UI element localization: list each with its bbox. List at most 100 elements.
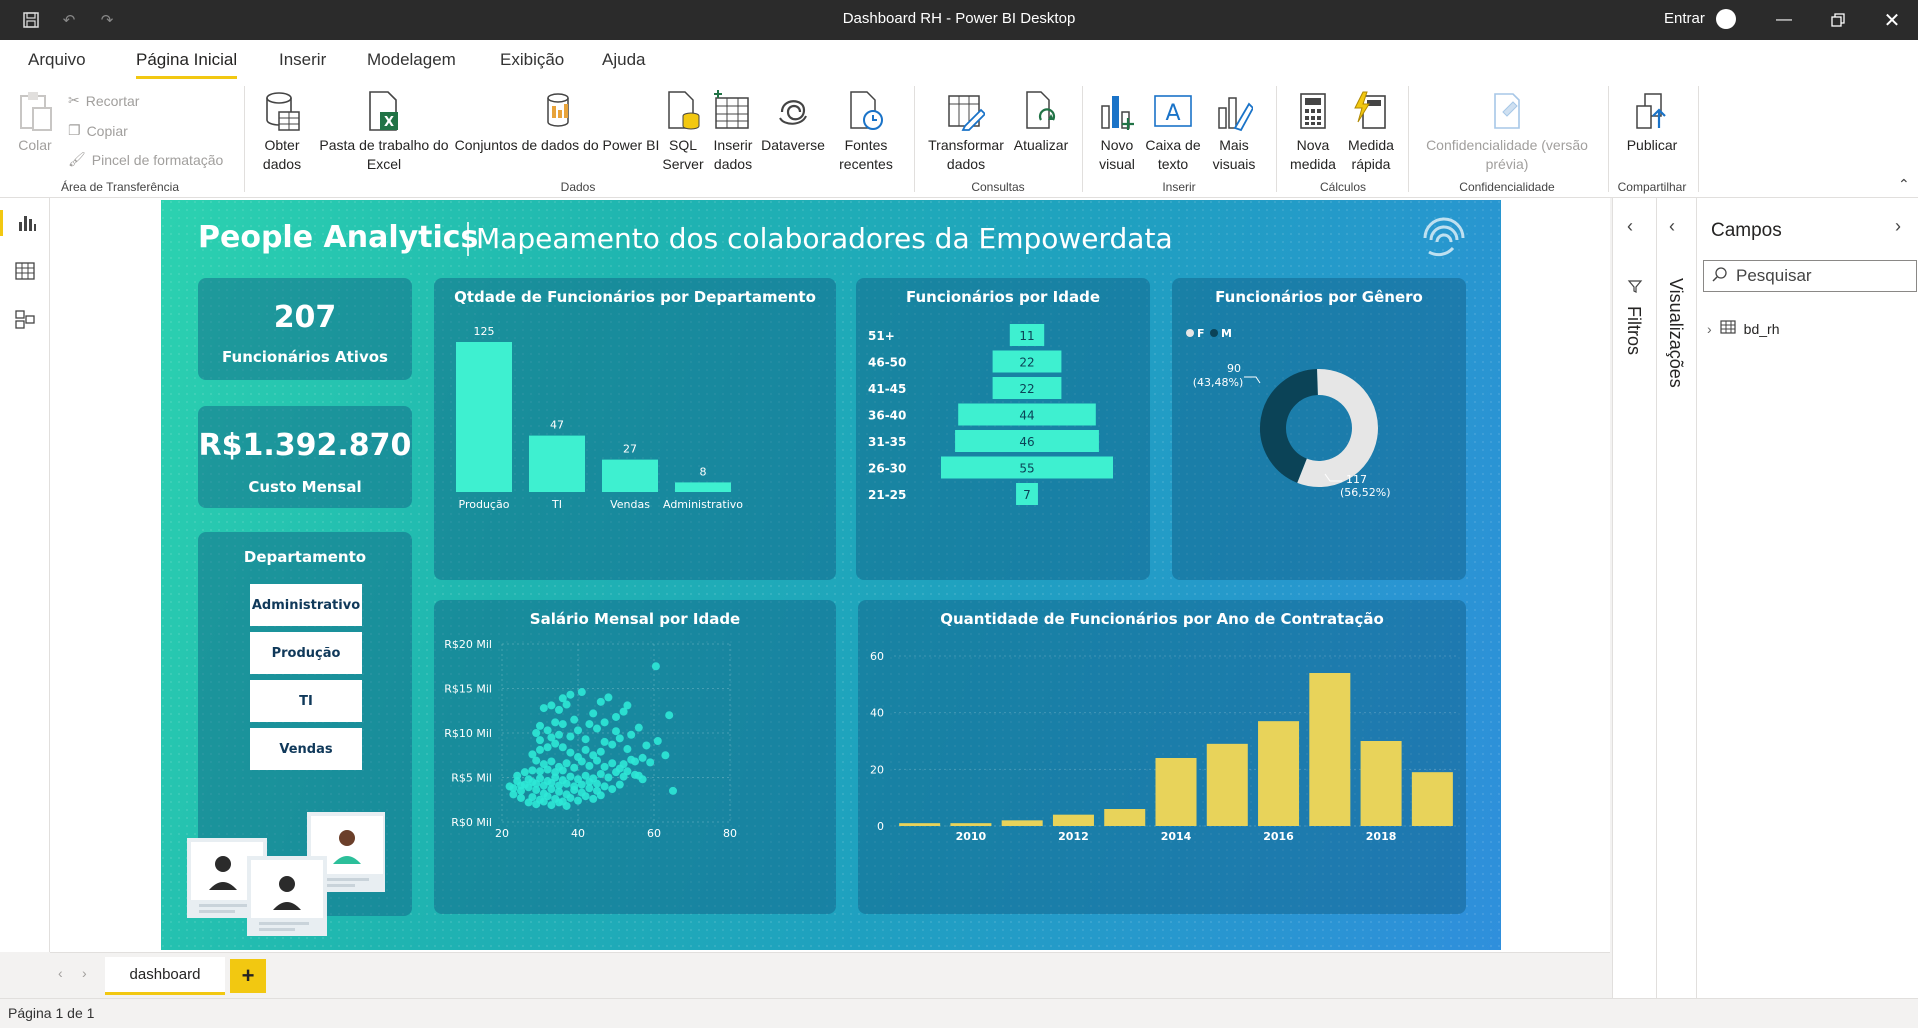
scatter-point (589, 794, 598, 803)
scatter-point (536, 736, 544, 745)
scatter-point (634, 723, 643, 732)
collapse-ribbon-icon[interactable]: ⌃ (1898, 176, 1910, 193)
new-measure-button[interactable]: Nova medida (1284, 88, 1342, 174)
scatter-point (524, 783, 533, 792)
quick-measure-button[interactable]: Medida rápida (1342, 88, 1400, 174)
more-visuals-icon (1215, 88, 1253, 134)
age-category-label: 46-50 (868, 356, 906, 370)
scatter-point (555, 798, 563, 807)
group-separator (1408, 86, 1409, 192)
age-chart-card[interactable]: Funcionários por Idade 11 51+ 22 46-50 22 41-… (856, 278, 1150, 580)
hire-bar (1206, 743, 1248, 826)
publish-button[interactable]: Publicar (1614, 88, 1690, 155)
quick-measure-label: Medida rápida (1348, 137, 1394, 172)
refresh-button[interactable]: Atualizar (1008, 88, 1074, 155)
new-visual-label: Novo visual (1099, 137, 1135, 172)
filters-pane[interactable]: ‹ Filtros (1612, 198, 1656, 998)
gender-chart-card[interactable]: Funcionários por Gênero F M 90 (43,48%) 117(… (1172, 278, 1466, 580)
dept-category-label: TI (551, 498, 562, 511)
close-button[interactable]: ✕ (1872, 6, 1912, 34)
scatter-point (593, 756, 601, 765)
avatar[interactable] (1716, 9, 1736, 29)
slicer-item-administrativo[interactable]: Administrativo (250, 584, 362, 626)
next-page-icon[interactable]: › (82, 965, 87, 981)
collapse-fields-icon[interactable]: › (1895, 216, 1901, 237)
scatter-point (608, 740, 617, 749)
get-data-button[interactable]: Obter dados (250, 88, 314, 174)
tab-ajuda[interactable]: Ajuda (602, 50, 645, 70)
collapse-filters-icon[interactable]: ‹ (1627, 216, 1633, 237)
scatter-point (627, 755, 636, 764)
table-icon (1720, 320, 1736, 337)
scatter-point (528, 766, 537, 775)
save-icon[interactable] (20, 10, 42, 30)
scatter-point (543, 726, 552, 735)
y-tick-label: R$15 Mil (444, 683, 492, 696)
dept-category-label: Produção (459, 498, 510, 511)
add-page-button[interactable]: + (230, 959, 266, 993)
tab-exibicao[interactable]: Exibição (500, 50, 564, 70)
sql-server-button[interactable]: SQL Server (660, 88, 706, 174)
tab-modelagem[interactable]: Modelagem (367, 50, 456, 70)
visualizations-pane[interactable]: ‹ Visualizações (1656, 198, 1696, 998)
scatter-point (555, 730, 563, 739)
model-view-icon[interactable] (12, 306, 38, 332)
kpi-active-employees[interactable]: 207 Funcionários Ativos (198, 278, 412, 380)
svg-text:X: X (384, 115, 394, 130)
salary-chart-card[interactable]: Salário Mensal por Idade R$0 Mil R$5 Mil R… (434, 600, 836, 914)
sign-in-link[interactable]: Entrar (1664, 10, 1705, 27)
dept-chart-card[interactable]: Qtdade de Funcionários por Departamento … (434, 278, 836, 580)
copy-button[interactable]: ❐ Copiar (68, 122, 128, 139)
new-visual-button[interactable]: Novo visual (1090, 88, 1144, 174)
format-painter-button[interactable]: 🖌 Pincel de formatação (68, 151, 223, 168)
paste-button[interactable]: Colar (12, 88, 58, 155)
page-tab-dashboard[interactable]: dashboard (105, 957, 225, 995)
redo-icon[interactable]: ↷ (96, 10, 118, 30)
hire-chart-card[interactable]: Quantidade de Funcionários por Ano de Co… (858, 600, 1466, 914)
collapse-viz-icon[interactable]: ‹ (1669, 216, 1675, 237)
kpi-cost-value: R$1.392.870 (198, 428, 412, 463)
page-indicator: Página 1 de 1 (8, 1005, 95, 1021)
pbi-datasets-button[interactable]: Conjuntos de dados do Power BI (454, 88, 660, 155)
age-category-label: 31-35 (868, 435, 906, 449)
svg-text:A: A (1165, 101, 1180, 126)
data-view-icon[interactable] (12, 258, 38, 284)
field-table-item[interactable]: › bd_rh (1707, 320, 1779, 337)
scatter-point (536, 745, 544, 754)
scatter-point (562, 801, 571, 810)
report-view-icon[interactable] (0, 210, 50, 236)
hire-bar (1155, 758, 1197, 826)
slicer-item-vendas[interactable]: Vendas (250, 728, 362, 770)
fields-search-input[interactable]: Pesquisar (1703, 260, 1917, 292)
more-visuals-button[interactable]: Mais visuais (1202, 88, 1266, 174)
restore-button[interactable] (1818, 6, 1858, 34)
sensitivity-icon (1489, 88, 1525, 134)
tab-arquivo[interactable]: Arquivo (28, 50, 86, 70)
scatter-point (539, 704, 548, 713)
refresh-label: Atualizar (1013, 137, 1069, 153)
title-bar: ↶ ↷ Dashboard RH - Power BI Desktop Entr… (0, 0, 1918, 40)
hire-bar (1360, 741, 1402, 826)
scatter-point (627, 730, 636, 739)
scatter-point (608, 759, 617, 768)
slicer-item-producao[interactable]: Produção (250, 632, 362, 674)
prev-page-icon[interactable]: ‹ (58, 965, 63, 981)
table-name: bd_rh (1743, 320, 1780, 337)
text-box-button[interactable]: A Caixa de texto (1144, 88, 1202, 174)
undo-icon[interactable]: ↶ (58, 10, 80, 30)
sensitivity-button[interactable]: Confidencialidade (versão prévia) (1412, 88, 1602, 174)
minimize-button[interactable]: — (1764, 6, 1804, 34)
kpi-monthly-cost[interactable]: R$1.392.870 Custo Mensal (198, 406, 412, 508)
scatter-point (600, 737, 609, 746)
cut-button[interactable]: ✂ Recortar (68, 92, 139, 109)
tab-inserir[interactable]: Inserir (279, 50, 326, 70)
scatter-point (539, 797, 548, 806)
recent-sources-button[interactable]: Fontes recentes (826, 88, 906, 174)
enter-data-button[interactable]: Inserir dados (706, 88, 760, 174)
slicer-item-ti[interactable]: TI (250, 680, 362, 722)
transform-data-button[interactable]: Transformar dados (920, 88, 1012, 174)
format-painter-label: Pincel de formatação (91, 151, 224, 168)
tab-pagina-inicial[interactable]: Página Inicial (136, 50, 238, 79)
excel-button[interactable]: X Pasta de trabalho do Excel (314, 88, 454, 174)
dataverse-button[interactable]: Dataverse (760, 88, 826, 155)
